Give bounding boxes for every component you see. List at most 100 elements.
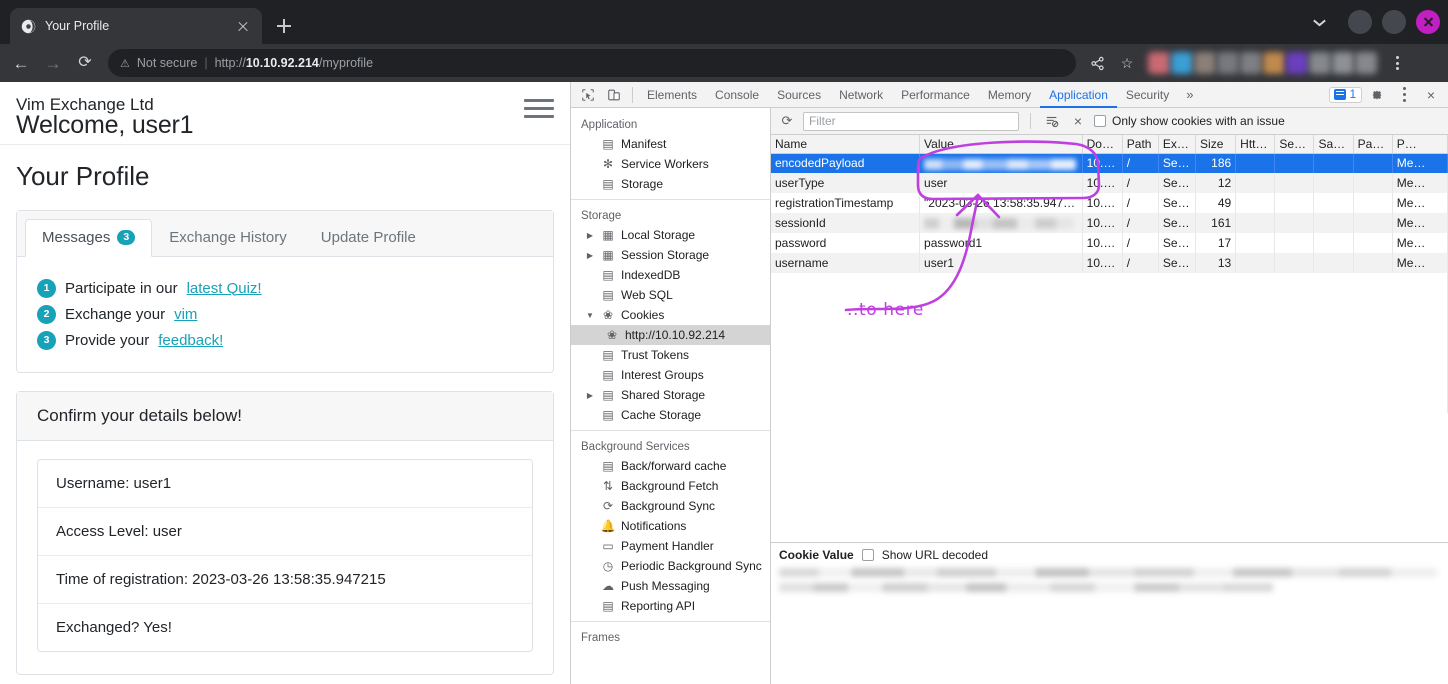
sidebar-item-background-sync[interactable]: ⟳ Background Sync [571,496,770,516]
extension-icon[interactable] [1286,52,1308,74]
column-expires[interactable]: Ex… [1158,135,1197,154]
browser-tab[interactable]: Your Profile [10,8,262,44]
chevron-right-icon[interactable]: ▶ [585,391,595,400]
back-button[interactable]: ← [6,48,36,78]
extension-icon[interactable] [1148,52,1170,74]
hamburger-menu-icon[interactable] [524,96,554,118]
column-path[interactable]: Path [1122,135,1159,154]
tab-console[interactable]: Console [706,82,768,108]
tab-memory[interactable]: Memory [979,82,1040,108]
gear-icon[interactable] [1364,83,1390,107]
column-partition[interactable]: Pa… [1353,135,1393,154]
new-tab-button[interactable] [270,12,298,40]
latest-quiz-link[interactable]: latest Quiz! [187,280,262,297]
tab-sources[interactable]: Sources [768,82,830,108]
chevron-down-icon[interactable] [1310,11,1332,33]
tab-elements[interactable]: Elements [638,82,706,108]
inspect-element-icon[interactable] [575,83,601,107]
bookmark-icon[interactable]: ☆ [1114,50,1140,76]
share-icon[interactable] [1084,50,1110,76]
sidebar-item-web-sql[interactable]: ▤ Web SQL [571,285,770,305]
tab-application[interactable]: Application [1040,82,1117,108]
column-secure[interactable]: Se… [1274,135,1315,154]
feedback-link[interactable]: feedback! [158,332,223,349]
clear-filter-icon[interactable] [1042,111,1062,131]
database-icon: ▤ [602,268,614,282]
column-httponly[interactable]: Htt… [1235,135,1276,154]
sidebar-item-local-storage[interactable]: ▶ ▦ Local Storage [571,225,770,245]
extension-icon[interactable] [1355,52,1377,74]
window-close-button[interactable] [1416,10,1440,34]
show-url-decoded-checkbox[interactable] [861,549,874,561]
sidebar-item-periodic-background-sync[interactable]: ◷ Periodic Background Sync [571,556,770,576]
devtools-menu-icon[interactable] [1392,82,1416,108]
address-bar[interactable]: ⚠ Not secure | http://10.10.92.214/mypro… [108,49,1076,77]
extension-icon[interactable] [1217,52,1239,74]
refresh-icon[interactable]: ⟳ [777,111,797,131]
cell-domain: 10.… [1082,253,1123,273]
extensions-strip[interactable] [1148,52,1377,74]
sidebar-item-interest-groups[interactable]: ▤ Interest Groups [571,365,770,385]
column-samesite[interactable]: Sa… [1313,135,1354,154]
sidebar-item-background-fetch[interactable]: ⇅ Background Fetch [571,476,770,496]
extension-icon[interactable] [1309,52,1331,74]
clear-all-cookies-icon[interactable]: × [1068,111,1088,131]
window-minimize-button[interactable] [1348,10,1372,34]
sidebar-item-notifications[interactable]: 🔔 Notifications [571,516,770,536]
tab-close-icon[interactable] [234,17,252,35]
cookies-grid-wrapper[interactable]: Name Value Do… Path Ex… Size Htt… Se… Sa… [771,135,1448,542]
more-tabs-icon[interactable]: » [1178,87,1201,102]
sidebar-item-cookie-origin[interactable]: ❀ http://10.10.92.214 [571,325,770,345]
cell-domain: 10.… [1082,173,1123,193]
tab-performance[interactable]: Performance [892,82,979,108]
filter-input[interactable] [803,111,1019,131]
sidebar-item-trust-tokens[interactable]: ▤ Trust Tokens [571,345,770,365]
tab-update-profile[interactable]: Update Profile [304,219,433,256]
table-row[interactable]: userType user 10.… / Se… 12 Me… [771,173,1448,193]
sidebar-item-push-messaging[interactable]: ☁ Push Messaging [571,576,770,596]
reload-button[interactable]: ⟳ [70,48,100,78]
forward-button[interactable]: → [38,48,68,78]
extension-icon[interactable] [1194,52,1216,74]
issues-badge[interactable]: 1 [1328,86,1362,103]
table-row[interactable]: sessionId 10.… / Se… 161 Me… [771,213,1448,233]
close-devtools-icon[interactable]: × [1418,83,1444,107]
extension-icon[interactable] [1263,52,1285,74]
sidebar-item-session-storage[interactable]: ▶ ▦ Session Storage [571,245,770,265]
sidebar-item-storage[interactable]: ▤ Storage [571,174,770,194]
table-row[interactable]: encodedPayload 10.… / Se… 186 Me… [771,153,1448,173]
cookie-value-body[interactable] [771,566,1448,600]
column-size[interactable]: Size [1195,135,1237,154]
sidebar-item-indexeddb[interactable]: ▤ IndexedDB [571,265,770,285]
browser-menu-icon[interactable] [1385,50,1409,76]
column-priority[interactable]: P… [1392,135,1448,154]
sidebar-item-payment-handler[interactable]: ▭ Payment Handler [571,536,770,556]
sidebar-item-back-forward-cache[interactable]: ▤ Back/forward cache [571,456,770,476]
tab-exchange-history[interactable]: Exchange History [152,219,304,256]
chevron-right-icon[interactable]: ▶ [585,231,595,240]
extension-icon[interactable] [1332,52,1354,74]
column-value[interactable]: Value [919,135,1083,154]
sidebar-item-shared-storage[interactable]: ▶ ▤ Shared Storage [571,385,770,405]
table-row[interactable]: registrationTimestamp "2023-03-26 13:58:… [771,193,1448,213]
sidebar-item-service-workers[interactable]: ✻ Service Workers [571,154,770,174]
extension-icon[interactable] [1171,52,1193,74]
chevron-right-icon[interactable]: ▶ [585,251,595,260]
sidebar-item-cookies[interactable]: ▼ ❀ Cookies [571,305,770,325]
sidebar-item-cache-storage[interactable]: ▤ Cache Storage [571,405,770,425]
column-domain[interactable]: Do… [1082,135,1123,154]
table-row[interactable]: password password1 10.… / Se… 17 Me… [771,233,1448,253]
sidebar-item-reporting-api[interactable]: ▤ Reporting API [571,596,770,616]
device-toolbar-icon[interactable] [601,83,627,107]
extension-icon[interactable] [1240,52,1262,74]
tab-network[interactable]: Network [830,82,892,108]
sidebar-item-manifest[interactable]: ▤ Manifest [571,134,770,154]
chevron-down-icon[interactable]: ▼ [585,311,595,320]
window-maximize-button[interactable] [1382,10,1406,34]
table-row[interactable]: username user1 10.… / Se… 13 Me… [771,253,1448,273]
tab-messages[interactable]: Messages 3 [25,218,153,257]
column-name[interactable]: Name [771,135,921,154]
vim-link[interactable]: vim [174,306,197,323]
tab-security[interactable]: Security [1117,82,1178,108]
only-issues-checkbox[interactable] [1094,115,1106,127]
